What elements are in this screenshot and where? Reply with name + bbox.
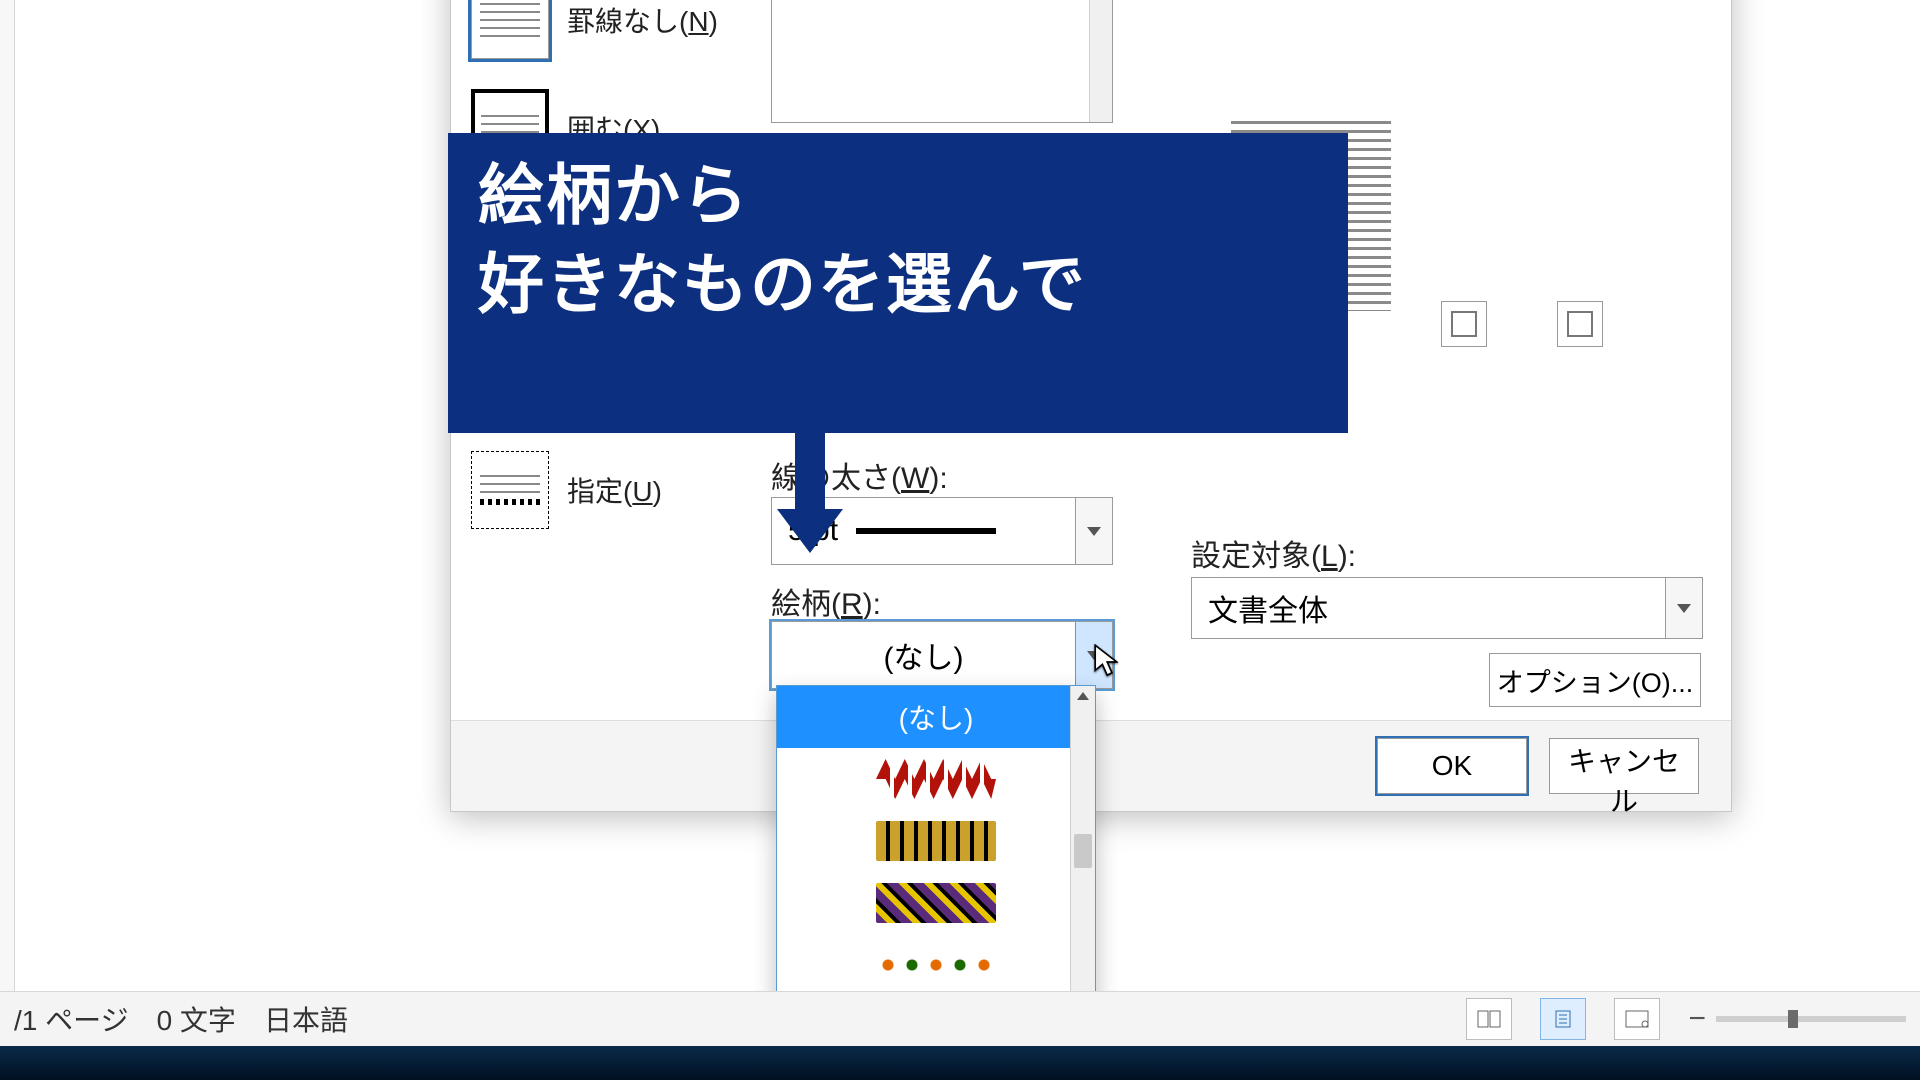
pattern-swatch-icon <box>876 883 996 923</box>
page-icon <box>1551 1010 1575 1028</box>
art-option-4[interactable] <box>777 934 1095 996</box>
zoom-out-icon[interactable]: − <box>1688 1002 1706 1036</box>
zoom-slider[interactable]: − <box>1688 1002 1906 1036</box>
status-bar: /1 ページ 0 文字 日本語 − <box>0 991 1920 1046</box>
apply-to-label: 設定対象(L): <box>1191 531 1356 575</box>
art-dropdown-scrollbar[interactable] <box>1070 686 1095 1016</box>
preset-none[interactable]: 罫線なし(N) <box>471 0 718 59</box>
apply-to-value: 文書全体 <box>1192 586 1665 630</box>
pattern-swatch-icon <box>876 945 996 985</box>
art-dropdown-button[interactable] <box>1075 622 1112 688</box>
square-icon <box>1451 311 1477 337</box>
art-option-none[interactable]: (なし) <box>777 686 1095 748</box>
cancel-button[interactable]: キャンセル <box>1549 738 1699 794</box>
preview-button-left[interactable] <box>1441 301 1487 347</box>
line-width-preview <box>856 528 996 534</box>
line-style-list[interactable] <box>771 0 1113 123</box>
art-value: (なし) <box>772 633 1075 677</box>
caption-line-2: 好きなものを選んで <box>478 240 1318 329</box>
pattern-swatch-icon <box>876 821 996 861</box>
preset-none-label: 罫線なし(N) <box>567 0 718 40</box>
tutorial-caption: 絵柄から 好きなものを選んで <box>448 133 1348 433</box>
preset-custom-thumb <box>471 451 549 529</box>
apply-to-combo[interactable]: 文書全体 <box>1191 577 1703 639</box>
line-style-scrollbar[interactable] <box>1089 0 1112 122</box>
zoom-knob[interactable] <box>1788 1010 1798 1028</box>
status-language[interactable]: 日本語 <box>264 999 348 1039</box>
scroll-thumb[interactable] <box>1074 834 1092 868</box>
art-option-3[interactable] <box>777 872 1095 934</box>
ok-button[interactable]: OK <box>1377 738 1527 794</box>
chevron-down-icon <box>1677 604 1691 613</box>
preset-custom[interactable]: 指定(U) <box>471 451 662 529</box>
view-print-layout[interactable] <box>1540 998 1586 1040</box>
art-option-1[interactable] <box>777 748 1095 810</box>
view-read-mode[interactable] <box>1466 998 1512 1040</box>
preview-button-right[interactable] <box>1557 301 1603 347</box>
caption-arrow-icon <box>783 423 837 553</box>
status-word-count[interactable]: 0 文字 <box>157 999 236 1039</box>
art-dropdown-list[interactable]: (なし) <box>776 685 1096 1017</box>
left-window-edge <box>0 0 15 1080</box>
art-option-2[interactable] <box>777 810 1095 872</box>
preset-none-thumb <box>471 0 549 59</box>
view-web-layout[interactable] <box>1614 998 1660 1040</box>
square-icon <box>1567 311 1593 337</box>
art-combo[interactable]: (なし) <box>771 621 1113 689</box>
options-button[interactable]: オプション(O)... <box>1489 653 1701 707</box>
chevron-down-icon <box>1087 527 1101 536</box>
status-page[interactable]: /1 ページ <box>14 999 129 1039</box>
apply-to-dropdown-button[interactable] <box>1665 578 1702 638</box>
pattern-swatch-icon <box>876 759 996 799</box>
web-icon <box>1625 1010 1649 1028</box>
scroll-up-icon[interactable] <box>1077 692 1089 700</box>
art-label: 絵柄(R): <box>771 579 881 623</box>
preset-custom-label: 指定(U) <box>567 470 662 510</box>
video-player-bar <box>0 1046 1920 1080</box>
book-icon <box>1477 1010 1501 1028</box>
chevron-down-icon <box>1087 651 1101 660</box>
zoom-track[interactable] <box>1716 1016 1906 1022</box>
line-width-dropdown-button[interactable] <box>1075 498 1112 564</box>
caption-line-1: 絵柄から <box>478 151 1318 240</box>
